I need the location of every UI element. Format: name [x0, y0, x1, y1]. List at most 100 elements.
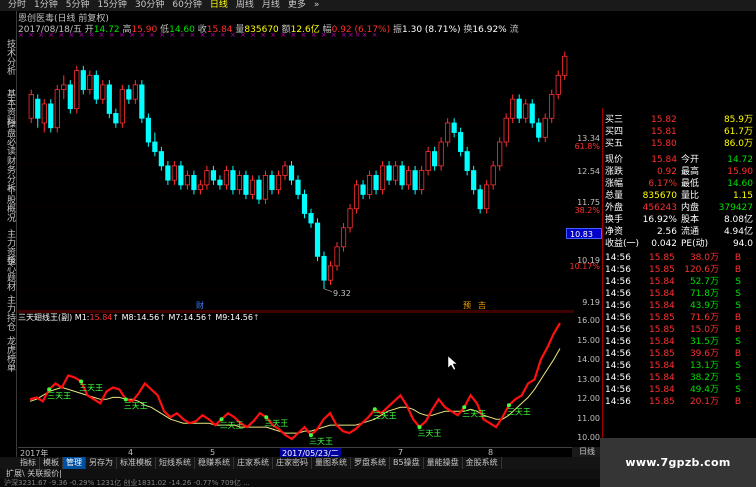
- period-tab[interactable]: 日线: [206, 0, 232, 11]
- period-tab[interactable]: 60分钟: [168, 0, 205, 11]
- period-tab[interactable]: 分时: [4, 0, 30, 11]
- bottom-tab[interactable]: 管理: [63, 457, 86, 469]
- indicator-axis-label: 10.00: [577, 433, 600, 442]
- extension-tab-bar[interactable]: 扩展\ 关联报价|: [0, 469, 600, 479]
- candle-body: [223, 170, 230, 186]
- candle-body: [314, 222, 321, 257]
- period-tab[interactable]: 5分钟: [62, 0, 94, 11]
- bottom-tab[interactable]: 庄家系统: [234, 457, 273, 469]
- stat-label: 涨跌: [605, 167, 624, 177]
- candle-body: [419, 170, 425, 191]
- candle-body: [256, 179, 262, 200]
- bottom-tab[interactable]: 量图系统: [312, 457, 351, 469]
- bottom-tab[interactable]: 量能操盘: [424, 457, 463, 469]
- rail-item-2[interactable]: 操盘必读: [1, 119, 15, 155]
- price-axis-label: 10.17%: [569, 262, 600, 271]
- index-status-bar: 沪深3231.67 -9.36 -0.29% 1231亿 创业1831.02 -…: [0, 479, 600, 487]
- tick-volume: 13.1万: [689, 361, 719, 371]
- stat-value: 8.08亿: [723, 215, 753, 225]
- rail-item-0[interactable]: 技术分析: [1, 39, 15, 75]
- tick-volume: 43.9万: [689, 301, 719, 311]
- stat-value: 16.92%: [642, 215, 677, 225]
- period-tab[interactable]: 1分钟: [30, 0, 62, 11]
- stat-label: 内盘: [681, 203, 700, 213]
- tick-volume: 15.0万: [689, 325, 719, 335]
- tick-side: S: [735, 361, 741, 371]
- candle-body: [269, 174, 275, 191]
- amp-label: 振: [393, 25, 403, 35]
- bottom-tab[interactable]: 金股系统: [463, 457, 502, 469]
- signal-label: 三天王: [309, 437, 333, 446]
- tick-side: B: [734, 265, 741, 275]
- period-indicator[interactable]: 日线: [572, 447, 602, 457]
- bottom-tab[interactable]: 罗盘系统: [351, 457, 390, 469]
- m9-value: 14.56: [230, 313, 253, 322]
- indicator-axis-label: 15.00: [577, 335, 600, 345]
- candle-body: [288, 165, 295, 181]
- price-tag: 10.83: [566, 228, 602, 239]
- tick-side: B: [734, 397, 741, 407]
- tick-row: 14:56 15.84 43.9万 S: [603, 300, 755, 312]
- candlestick-chart[interactable]: 9.32 财 预吉: [18, 40, 574, 312]
- m7-value: 14.56: [183, 313, 207, 322]
- rail-item-8[interactable]: 龙虎榜单: [1, 336, 15, 372]
- date-axis-label: 5: [210, 448, 216, 457]
- tick-row: 14:56 15.84 38.2万 S: [603, 372, 755, 384]
- candle-body: [327, 265, 334, 281]
- bottom-tab[interactable]: 模板: [40, 457, 63, 469]
- candle-body: [477, 189, 483, 210]
- bottom-tab[interactable]: 另存为: [86, 457, 117, 469]
- tick-row: 14:56 15.85 120.6万 B: [603, 264, 755, 276]
- candle-body: [360, 184, 366, 195]
- candle-body: [386, 165, 392, 181]
- period-tab[interactable]: 30分钟: [131, 0, 168, 11]
- candle-body: [145, 117, 151, 143]
- candle-body: [275, 174, 282, 191]
- bottom-tab[interactable]: 短线系统: [156, 457, 195, 469]
- candle-body: [74, 70, 80, 110]
- candle-body: [282, 165, 288, 176]
- indicator-axis: 16.00 15.00 14.00 13.00 12.00 11.00 10.00: [574, 312, 602, 447]
- tick-volume: 120.6万: [684, 265, 719, 275]
- rail-item-4[interactable]: 个股概况: [1, 186, 15, 222]
- tick-time: 14:56: [605, 373, 631, 383]
- stat-value: 4.94亿: [723, 227, 753, 237]
- candle-body: [366, 174, 373, 195]
- period-tab[interactable]: 月线: [258, 0, 284, 11]
- tick-price: 15.85: [649, 265, 675, 275]
- candle-body: [542, 117, 548, 138]
- period-tab[interactable]: »: [310, 0, 324, 11]
- indicator-chart[interactable]: 三天王三天王三天王三天王 三天王三天王三天王三天王三天王 三天王: [18, 312, 574, 447]
- price-axis-label: 12.54: [577, 167, 600, 176]
- tick-time: 14:56: [605, 265, 631, 275]
- candle-body: [555, 74, 561, 95]
- rail-item-7[interactable]: 主力持仓: [1, 295, 15, 331]
- bottom-tab[interactable]: 稳赚系统: [195, 457, 234, 469]
- stat-label: 净资: [605, 227, 624, 237]
- candle-body: [503, 117, 509, 143]
- period-tab[interactable]: 15分钟: [93, 0, 130, 11]
- candle-body: [412, 170, 418, 191]
- bottom-tab[interactable]: B5操盘: [390, 457, 424, 469]
- period-tab[interactable]: 周线: [232, 0, 258, 11]
- price-axis-label: 38.2%: [574, 206, 600, 215]
- tick-row: 14:56 15.85 38.0万 B: [603, 252, 755, 264]
- tick-volume: 31.5万: [689, 337, 719, 347]
- turn-value: 16.92%: [472, 25, 507, 35]
- bottom-tab[interactable]: 庄家密码: [273, 457, 312, 469]
- bottom-tab[interactable]: 指标: [17, 457, 40, 469]
- stat-value: 456243: [642, 203, 677, 213]
- candle-body: [243, 174, 249, 195]
- tick-side: S: [735, 385, 741, 395]
- signal-label: 三天王: [373, 411, 397, 420]
- period-tab[interactable]: 更多: [284, 0, 310, 11]
- candle-body: [353, 184, 360, 210]
- stat-row: 换手 16.92% 股本 8.08亿: [603, 214, 755, 226]
- candle-body: [178, 165, 184, 186]
- bottom-tab[interactable]: 标准模板: [117, 457, 156, 469]
- candle-body: [230, 170, 236, 191]
- candle-body: [451, 122, 457, 133]
- indicator-axis-label: 12.00: [577, 394, 600, 403]
- candle-body: [119, 89, 125, 124]
- rail-item-6[interactable]: 核心题材: [1, 255, 15, 291]
